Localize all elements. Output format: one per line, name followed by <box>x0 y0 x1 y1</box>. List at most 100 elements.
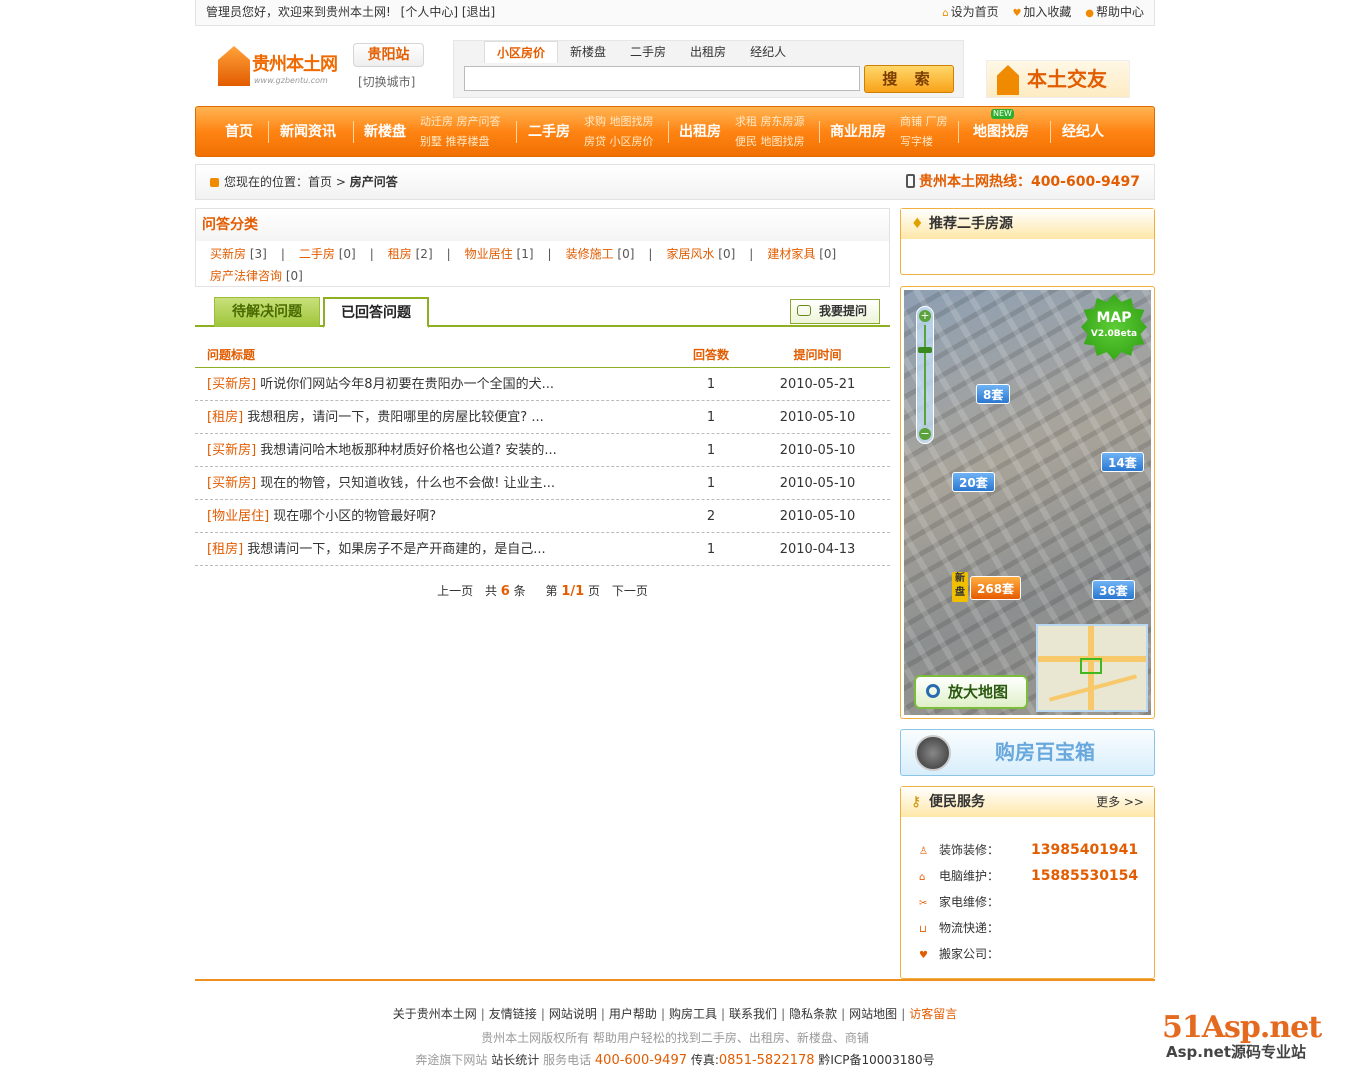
category-name[interactable]: 建材家具 <box>767 247 815 261</box>
category-item[interactable]: 家居风水 [0] <box>666 243 735 265</box>
question-category[interactable]: [买新房] <box>207 443 256 458</box>
nav-sub-buy[interactable]: 求购 <box>584 115 606 128</box>
nav-rent[interactable]: 出租房 <box>679 107 721 158</box>
category-name[interactable]: 租房 <box>388 247 412 261</box>
footer-link[interactable]: 访客留言 <box>909 1007 957 1021</box>
footer-link[interactable]: 隐私条款 <box>789 1007 837 1021</box>
question-title-cell[interactable]: [买新房] 我想请问哈木地板那种材质好价格也公道? 安装的... <box>207 434 557 467</box>
question-category[interactable]: [租房] <box>207 542 243 557</box>
map-tag[interactable]: 8套 <box>976 384 1011 404</box>
question-title-cell[interactable]: [买新房] 听说你们网站今年8月初要在贵阳办一个全国的犬... <box>207 368 554 401</box>
help-link[interactable]: ● 帮助中心 <box>1085 5 1144 19</box>
switch-city-link[interactable]: [切换城市] <box>358 73 415 90</box>
nav-sub-office[interactable]: 写字楼 <box>900 135 933 148</box>
nav-map[interactable]: 地图找房 <box>973 107 1029 158</box>
help-label[interactable]: 帮助中心 <box>1096 5 1144 19</box>
category-item[interactable]: 买新房 [3] <box>210 243 267 265</box>
footer-icp[interactable]: 黔ICP备10003180号 <box>818 1053 934 1067</box>
site-logo[interactable]: 贵州本土网 www.gzbentu.com <box>218 46 353 90</box>
category-name[interactable]: 二手房 <box>299 247 335 261</box>
set-home-link[interactable]: ⌂ 设为首页 <box>942 5 998 19</box>
service-more-link[interactable]: 更多 >> <box>1096 787 1144 817</box>
table-row[interactable]: [买新房] 我想请问哈木地板那种材质好价格也公道? 安装的... 1 2010-05… <box>195 434 890 467</box>
search-button[interactable]: 搜 索 <box>864 65 954 93</box>
nav-second-hand[interactable]: 二手房 <box>528 107 570 158</box>
user-center-link[interactable]: [个人中心] <box>401 5 458 19</box>
question-title[interactable]: 我想请问一下，如果房子不是产开商建的，是自己... <box>247 542 545 557</box>
question-title-cell[interactable]: [买新房] 现在的物管，只知道收钱，什么也不会做! 让业主... <box>207 467 555 500</box>
question-title[interactable]: 听说你们网站今年8月初要在贵阳办一个全国的犬... <box>260 377 554 392</box>
search-input[interactable] <box>464 66 860 91</box>
tab-pending[interactable]: 待解决问题 <box>214 297 320 327</box>
question-title-cell[interactable]: [租房] 我想请问一下，如果房子不是产开商建的，是自己... <box>207 533 546 566</box>
category-item[interactable]: 二手房 [0] <box>299 243 356 265</box>
bentu-dating-banner[interactable]: 本土交友 <box>986 60 1130 98</box>
nav-commercial[interactable]: 商业用房 <box>830 107 886 158</box>
category-name[interactable]: 买新房 <box>210 247 246 261</box>
table-row[interactable]: [买新房] 听说你们网站今年8月初要在贵阳办一个全国的犬... 1 2010-05-… <box>195 368 890 401</box>
nav-new-houses[interactable]: 新楼盘 <box>364 107 406 158</box>
zoom-out-icon[interactable]: − <box>919 428 931 440</box>
next-page-link[interactable]: 下一页 <box>612 584 648 598</box>
question-title[interactable]: 现在的物管，只知道收钱，什么也不会做! 让业主... <box>260 476 555 491</box>
map-tag[interactable]: 14套 <box>1101 452 1144 472</box>
search-tab[interactable]: 出租房 <box>678 41 738 63</box>
nav-sub-convenience[interactable]: 便民 <box>735 135 757 148</box>
category-item[interactable]: 建材家具 [0] <box>767 243 836 265</box>
category-item[interactable]: 房产法律咨询 [0] <box>210 265 303 287</box>
footer-link[interactable]: 关于贵州本土网 <box>393 1007 477 1021</box>
add-fav-label[interactable]: 加入收藏 <box>1023 5 1071 19</box>
ask-question-button[interactable]: 我要提问 <box>790 299 880 324</box>
category-name[interactable]: 家居风水 <box>666 247 714 261</box>
mini-map[interactable] <box>1036 624 1148 712</box>
category-item[interactable]: 装修施工 [0] <box>566 243 635 265</box>
nav-sub-qa[interactable]: 房产问答 <box>457 115 501 128</box>
add-fav-link[interactable]: ♥ 加入收藏 <box>1012 5 1071 19</box>
category-item[interactable]: 物业居住 [1] <box>465 243 534 265</box>
nav-sub-shop[interactable]: 商铺 <box>900 115 922 128</box>
footer-link[interactable]: 购房工具 <box>669 1007 717 1021</box>
logout-link[interactable]: [退出] <box>462 5 495 19</box>
table-row[interactable]: [租房] 我想请问一下，如果房子不是产开商建的，是自己... 1 2010-04-1… <box>195 533 890 566</box>
mini-map-viewport[interactable] <box>1080 658 1102 674</box>
nav-sub-price[interactable]: 小区房价 <box>610 135 654 148</box>
footer-stats-link[interactable]: 站长统计 <box>491 1053 539 1067</box>
map-tag[interactable]: 268套 <box>970 576 1022 600</box>
question-category[interactable]: [租房] <box>207 410 243 425</box>
nav-home[interactable]: 首页 <box>225 107 253 158</box>
search-tab[interactable]: 经纪人 <box>738 41 798 63</box>
table-row[interactable]: [租房] 我想租房，请问一下，贵阳哪里的房屋比较便宜? ... 1 2010-05-… <box>195 401 890 434</box>
question-title-cell[interactable]: [物业居住] 现在哪个小区的物管最好啊? <box>207 500 436 533</box>
category-name[interactable]: 物业居住 <box>465 247 513 261</box>
prev-page-link[interactable]: 上一页 <box>437 584 473 598</box>
question-category[interactable]: [物业居住] <box>207 509 269 524</box>
table-row[interactable]: [物业居住] 现在哪个小区的物管最好啊? 2 2010-05-10 <box>195 500 890 533</box>
table-row[interactable]: [买新房] 现在的物管，只知道收钱，什么也不会做! 让业主... 1 2010-05… <box>195 467 890 500</box>
nav-sub-villa[interactable]: 别墅 <box>420 135 442 148</box>
tab-answered[interactable]: 已回答问题 <box>323 297 429 328</box>
nav-sub-mapfind2[interactable]: 地图找房 <box>761 135 805 148</box>
nav-sub-relocation[interactable]: 动迁房 <box>420 115 453 128</box>
zoom-handle[interactable] <box>918 347 932 353</box>
zoom-slider[interactable]: + − <box>916 306 934 444</box>
category-name[interactable]: 装修施工 <box>566 247 614 261</box>
nav-agent[interactable]: 经纪人 <box>1062 107 1104 158</box>
home-buying-toolbox[interactable]: 购房百宝箱 <box>900 729 1155 776</box>
breadcrumb-home[interactable]: 首页 <box>308 175 332 189</box>
nav-sub-recommend[interactable]: 推荐楼盘 <box>446 135 490 148</box>
footer-link[interactable]: 用户帮助 <box>609 1007 657 1021</box>
map-tag[interactable]: 36套 <box>1092 580 1135 600</box>
footer-link[interactable]: 网站说明 <box>549 1007 597 1021</box>
search-tab[interactable]: 新楼盘 <box>558 41 618 63</box>
footer-link[interactable]: 联系我们 <box>729 1007 777 1021</box>
question-category[interactable]: [买新房] <box>207 377 256 392</box>
nav-sub-loan[interactable]: 房贷 <box>584 135 606 148</box>
nav-sub-landlord[interactable]: 房东房源 <box>761 115 805 128</box>
question-title[interactable]: 我想请问哈木地板那种材质好价格也公道? 安装的... <box>260 443 556 458</box>
nav-sub-mapfind[interactable]: 地图找房 <box>610 115 654 128</box>
zoom-in-icon[interactable]: + <box>919 310 931 322</box>
set-home-label[interactable]: 设为首页 <box>951 5 999 19</box>
search-tab[interactable]: 二手房 <box>618 41 678 63</box>
question-title[interactable]: 现在哪个小区的物管最好啊? <box>273 509 436 524</box>
question-title-cell[interactable]: [租房] 我想租房，请问一下，贵阳哪里的房屋比较便宜? ... <box>207 401 544 434</box>
